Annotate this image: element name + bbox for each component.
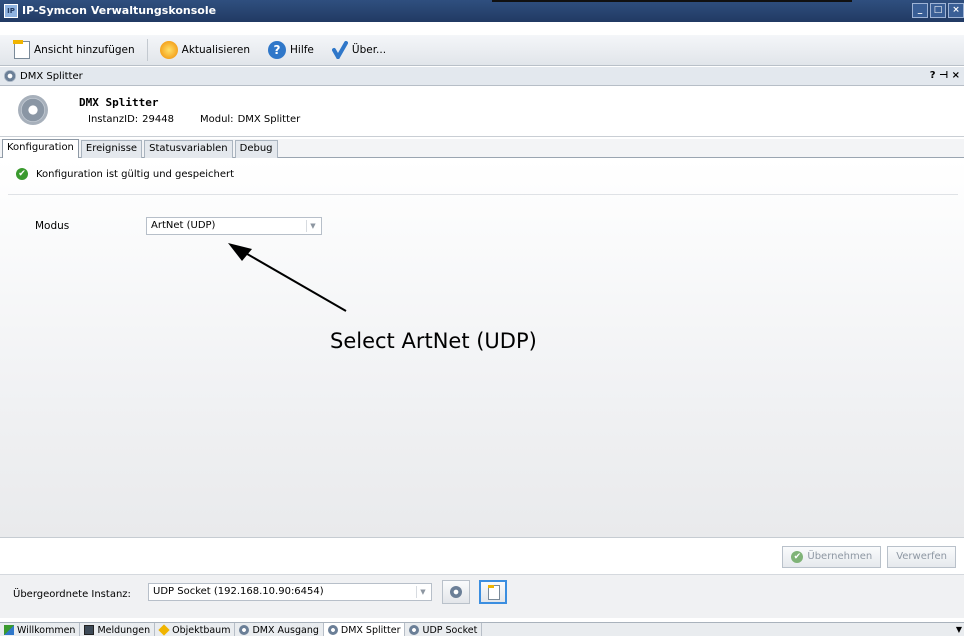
parent-instance-label: Übergeordnete Instanz: — [13, 589, 131, 600]
tab-konfiguration[interactable]: Konfiguration — [2, 139, 79, 158]
module-value: DMX Splitter — [237, 114, 301, 125]
bottom-tab-objektbaum[interactable]: Objektbaum — [155, 623, 236, 636]
parent-instance-select[interactable]: UDP Socket (192.168.10.90:6454) ▼ — [148, 583, 432, 601]
modus-label: Modus — [35, 220, 70, 232]
gear-icon — [409, 625, 420, 635]
help-icon: ? — [268, 41, 286, 59]
background-window-edge — [492, 0, 852, 2]
bottom-tab-meldungen[interactable]: Meldungen — [80, 623, 156, 636]
action-buttons: ✔ Übernehmen Verwerfen — [782, 546, 956, 568]
configure-parent-button[interactable] — [442, 580, 470, 604]
close-button[interactable]: × — [948, 3, 964, 18]
tab-statusvariablen[interactable]: Statusvariablen — [144, 140, 233, 158]
configuration-panel: ✔ Konfiguration ist gültig und gespeiche… — [0, 159, 964, 537]
gear-icon — [4, 70, 16, 82]
object-tree-icon — [158, 624, 170, 636]
bottom-tab-label: Meldungen — [97, 624, 151, 636]
refresh-label: Aktualisieren — [181, 44, 250, 56]
checkmark-icon: ✔ — [16, 168, 28, 180]
parent-instance-value: UDP Socket (192.168.10.90:6454) — [153, 586, 324, 597]
welcome-icon — [4, 625, 14, 635]
help-button[interactable]: ? Hilfe — [262, 38, 320, 63]
panel-header: DMX Splitter ? ⊣ × — [0, 67, 964, 86]
instance-id-value: 29448 — [142, 114, 174, 125]
add-view-button[interactable]: Ansicht hinzufügen — [8, 38, 141, 63]
instance-id-label: InstanzID: — [88, 114, 139, 125]
about-label: Über... — [351, 44, 387, 56]
discard-button[interactable]: Verwerfen — [887, 546, 956, 568]
gear-icon — [239, 625, 250, 635]
divider — [0, 537, 964, 538]
checkmark-icon: ✔ — [791, 551, 804, 563]
annotation-arrow — [228, 243, 347, 312]
chevron-down-icon[interactable]: ▼ — [956, 625, 962, 634]
annotation-text: Select ArtNet (UDP) — [330, 329, 537, 353]
toolbar-separator — [146, 39, 148, 61]
refresh-icon — [159, 41, 178, 59]
apply-button[interactable]: ✔ Übernehmen — [782, 546, 882, 568]
checkmark-logo-icon — [331, 41, 348, 59]
module-gear-icon — [18, 95, 48, 125]
bottom-tab-dmx-ausgang[interactable]: DMX Ausgang — [235, 623, 324, 636]
main-toolbar: Ansicht hinzufügen Aktualisieren ? Hilfe… — [0, 35, 964, 66]
instance-meta: InstanzID: 29448 Modul: DMX Splitter — [88, 114, 300, 125]
instance-header: DMX Splitter InstanzID: 29448 Modul: DMX… — [0, 87, 964, 137]
modus-select[interactable]: ArtNet (UDP) ▼ — [146, 217, 322, 235]
messages-icon — [84, 625, 95, 635]
gear-icon — [450, 586, 462, 598]
panel-controls[interactable]: ? ⊣ × — [930, 70, 960, 81]
instance-name: DMX Splitter — [79, 96, 159, 109]
minimize-button[interactable]: _ — [912, 3, 928, 18]
bottom-tab-label: Objektbaum — [172, 624, 231, 636]
gear-icon — [327, 625, 338, 635]
window-controls: _ □ × — [912, 3, 964, 18]
window-titlebar: IP IP-Symcon Verwaltungskonsole _ □ × — [0, 0, 964, 22]
config-status-text: Konfiguration ist gültig und gespeichert — [36, 168, 235, 180]
bottom-tab-willkommen[interactable]: Willkommen — [0, 623, 81, 636]
bottom-tab-label: DMX Ausgang — [252, 624, 319, 636]
modus-select-value: ArtNet (UDP) — [151, 220, 216, 231]
bottom-tab-dmx-splitter[interactable]: DMX Splitter — [323, 623, 406, 636]
open-parent-button[interactable] — [479, 580, 507, 604]
bottom-tab-label: DMX Splitter — [340, 624, 401, 636]
chevron-down-icon[interactable]: ▼ — [306, 220, 319, 232]
apply-label: Übernehmen — [807, 551, 873, 562]
parent-instance-row: Übergeordnete Instanz: UDP Socket (192.1… — [0, 574, 964, 618]
module-label: Modul: — [199, 114, 234, 125]
add-view-label: Ansicht hinzufügen — [34, 44, 135, 56]
config-status: ✔ Konfiguration ist gültig und gespeiche… — [16, 168, 234, 180]
tab-debug[interactable]: Debug — [234, 140, 278, 158]
tab-ereignisse[interactable]: Ereignisse — [80, 140, 143, 158]
bottom-tab-bar: Willkommen Meldungen Objektbaum DMX Ausg… — [0, 622, 964, 636]
app-icon: IP — [4, 4, 18, 18]
chevron-down-icon[interactable]: ▼ — [416, 586, 429, 598]
new-document-icon — [13, 40, 30, 59]
bottom-tab-label: UDP Socket — [422, 624, 478, 636]
bottom-tab-udp-socket[interactable]: UDP Socket — [405, 623, 483, 636]
bottom-tab-label: Willkommen — [17, 624, 76, 636]
about-button[interactable]: Über... — [326, 38, 392, 63]
help-label: Hilfe — [290, 44, 314, 56]
divider — [8, 194, 958, 195]
panel-title: DMX Splitter — [20, 70, 83, 82]
maximize-button[interactable]: □ — [930, 3, 946, 18]
window-title: IP-Symcon Verwaltungskonsole — [22, 4, 217, 17]
refresh-button[interactable]: Aktualisieren — [154, 38, 256, 63]
document-icon — [488, 585, 500, 600]
discard-label: Verwerfen — [896, 551, 947, 562]
instance-tabs: Konfiguration Ereignisse Statusvariablen… — [0, 139, 964, 158]
